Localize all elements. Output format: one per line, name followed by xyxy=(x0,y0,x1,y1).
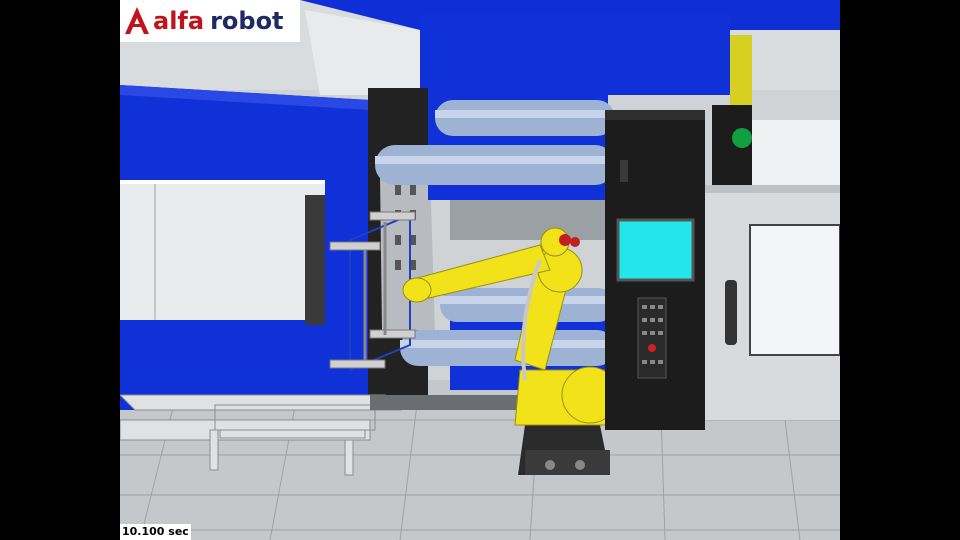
yellow-post xyxy=(730,35,752,115)
right-white-upper xyxy=(752,120,840,190)
letterbox-left xyxy=(0,0,120,540)
simulation-viewport[interactable] xyxy=(120,0,840,540)
letterbox-right xyxy=(840,0,960,540)
robot-wrist xyxy=(402,277,432,303)
door-frame-dark xyxy=(305,195,325,325)
alfa-robot-logo-mark-icon xyxy=(125,7,149,34)
logo-brand-prefix: alfa xyxy=(153,7,205,35)
logo-brand-suffix: robot xyxy=(210,7,284,35)
green-status-light xyxy=(732,128,752,148)
machine-door-window xyxy=(120,180,325,320)
upper-blue-housing xyxy=(420,15,730,95)
logo-wordmark: alfa robot xyxy=(153,7,284,35)
machine-bed xyxy=(450,200,610,240)
robot-cell-scene xyxy=(120,0,840,540)
mould-face xyxy=(380,175,435,330)
right-machine xyxy=(705,185,840,420)
hmi-screen xyxy=(616,218,695,282)
alfa-robot-logo: alfa robot xyxy=(120,0,300,42)
elapsed-time-readout: 10.100 sec xyxy=(120,524,191,540)
